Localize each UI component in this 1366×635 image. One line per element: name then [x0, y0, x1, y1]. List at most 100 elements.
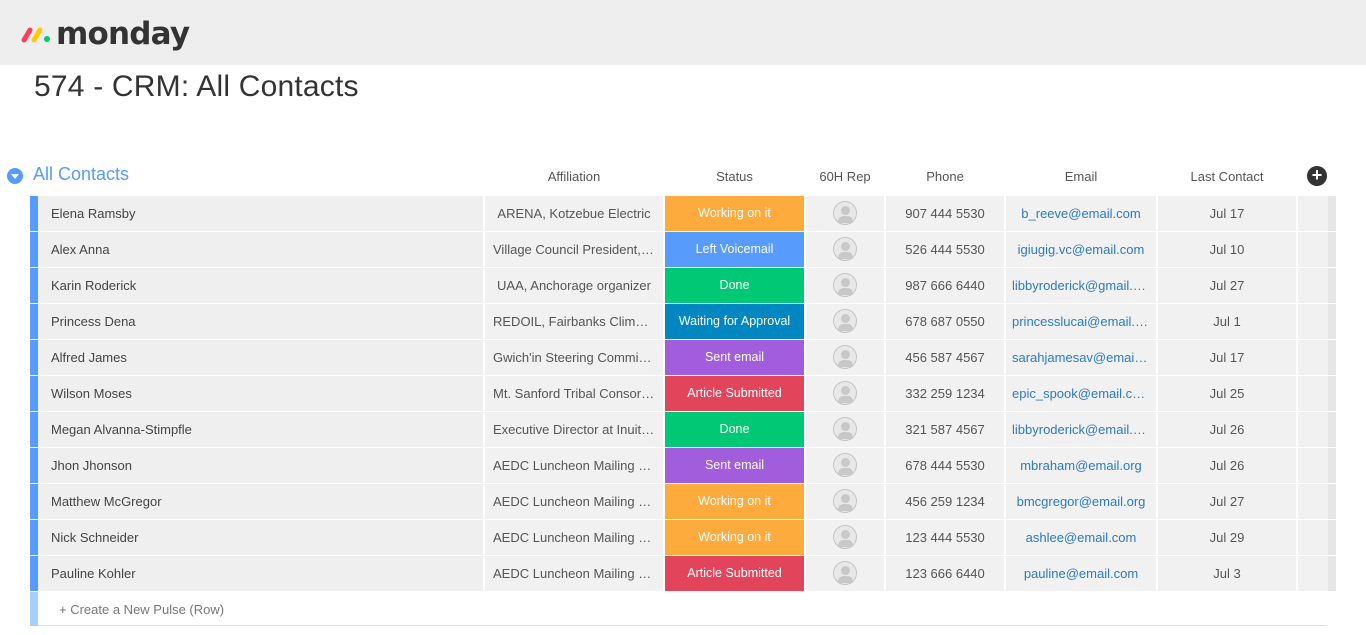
column-header-email[interactable]: Email	[1006, 169, 1156, 184]
affiliation-cell[interactable]: REDOIL, Fairbanks Climate ...	[485, 304, 663, 339]
person-avatar-icon[interactable]	[833, 345, 857, 369]
name-cell[interactable]: Jhon Jhonson	[38, 448, 483, 483]
column-header-affiliation[interactable]: Affiliation	[485, 169, 663, 184]
status-badge[interactable]: Done	[665, 412, 804, 447]
rep-cell[interactable]	[806, 484, 884, 519]
collapse-group-icon[interactable]	[7, 168, 23, 184]
name-cell[interactable]: Elena Ramsby	[38, 196, 483, 231]
phone-cell[interactable]: 907 444 5530	[886, 196, 1004, 231]
table-row[interactable]: Alfred James Gwich'in Steering Committ...…	[30, 340, 1336, 376]
rep-cell[interactable]	[806, 268, 884, 303]
status-badge[interactable]: Working on it	[665, 484, 804, 519]
table-row[interactable]: Nick Schneider AEDC Luncheon Mailing List…	[30, 520, 1336, 556]
name-cell[interactable]: Princess Dena	[38, 304, 483, 339]
last-contact-cell[interactable]: Jul 3	[1158, 556, 1296, 591]
status-badge[interactable]: Article Submitted	[665, 556, 804, 591]
person-avatar-icon[interactable]	[833, 561, 857, 585]
phone-cell[interactable]: 123 666 6440	[886, 556, 1004, 591]
rep-cell[interactable]	[806, 448, 884, 483]
person-avatar-icon[interactable]	[833, 309, 857, 333]
email-cell[interactable]: libbyroderick@email.c...	[1006, 412, 1156, 447]
row-color-bar[interactable]	[30, 340, 38, 375]
affiliation-cell[interactable]: AEDC Luncheon Mailing List	[485, 556, 663, 591]
last-contact-cell[interactable]: Jul 27	[1158, 268, 1296, 303]
table-row[interactable]: Princess Dena REDOIL, Fairbanks Climate .…	[30, 304, 1336, 340]
row-color-bar[interactable]	[30, 412, 38, 447]
name-cell[interactable]: Matthew McGregor	[38, 484, 483, 519]
last-contact-cell[interactable]: Jul 17	[1158, 196, 1296, 231]
person-avatar-icon[interactable]	[833, 525, 857, 549]
phone-cell[interactable]: 456 587 4567	[886, 340, 1004, 375]
phone-cell[interactable]: 456 259 1234	[886, 484, 1004, 519]
rep-cell[interactable]	[806, 196, 884, 231]
table-row[interactable]: Alex Anna Village Council President, V...…	[30, 232, 1336, 268]
affiliation-cell[interactable]: Village Council President, V...	[485, 232, 663, 267]
affiliation-cell[interactable]: AEDC Luncheon Mailing List	[485, 448, 663, 483]
status-badge[interactable]: Left Voicemail	[665, 232, 804, 267]
phone-cell[interactable]: 678 687 0550	[886, 304, 1004, 339]
last-contact-cell[interactable]: Jul 17	[1158, 340, 1296, 375]
last-contact-cell[interactable]: Jul 29	[1158, 520, 1296, 555]
last-contact-cell[interactable]: Jul 26	[1158, 412, 1296, 447]
name-cell[interactable]: Alex Anna	[38, 232, 483, 267]
last-contact-cell[interactable]: Jul 1	[1158, 304, 1296, 339]
table-row[interactable]: Elena Ramsby ARENA, Kotzebue Electric Work…	[30, 196, 1336, 232]
person-avatar-icon[interactable]	[833, 453, 857, 477]
affiliation-cell[interactable]: AEDC Luncheon Mailing List	[485, 484, 663, 519]
status-badge[interactable]: Article Submitted	[665, 376, 804, 411]
column-header-last-contact[interactable]: Last Contact	[1158, 169, 1296, 184]
email-cell[interactable]: epic_spook@email.com	[1006, 376, 1156, 411]
rep-cell[interactable]	[806, 304, 884, 339]
monday-logo[interactable]: monday	[20, 16, 190, 52]
last-contact-cell[interactable]: Jul 25	[1158, 376, 1296, 411]
name-cell[interactable]: Megan Alvanna-Stimpfle	[38, 412, 483, 447]
row-color-bar[interactable]	[30, 520, 38, 555]
last-contact-cell[interactable]: Jul 27	[1158, 484, 1296, 519]
last-contact-cell[interactable]: Jul 26	[1158, 448, 1296, 483]
phone-cell[interactable]: 987 666 6440	[886, 268, 1004, 303]
column-header-rep[interactable]: 60H Rep	[806, 169, 884, 184]
rep-cell[interactable]	[806, 340, 884, 375]
rep-cell[interactable]	[806, 556, 884, 591]
email-cell[interactable]: igiugig.vc@email.com	[1006, 232, 1156, 267]
affiliation-cell[interactable]: Executive Director at Inuit ...	[485, 412, 663, 447]
phone-cell[interactable]: 123 444 5530	[886, 520, 1004, 555]
phone-cell[interactable]: 526 444 5530	[886, 232, 1004, 267]
person-avatar-icon[interactable]	[833, 417, 857, 441]
name-cell[interactable]: Wilson Moses	[38, 376, 483, 411]
last-contact-cell[interactable]: Jul 10	[1158, 232, 1296, 267]
status-badge[interactable]: Working on it	[665, 196, 804, 231]
row-color-bar[interactable]	[30, 376, 38, 411]
email-cell[interactable]: b_reeve@email.com	[1006, 196, 1156, 231]
plus-circle-icon[interactable]: +	[1307, 166, 1327, 186]
rep-cell[interactable]	[806, 232, 884, 267]
phone-cell[interactable]: 332 259 1234	[886, 376, 1004, 411]
row-color-bar[interactable]	[30, 448, 38, 483]
column-header-phone[interactable]: Phone	[886, 169, 1004, 184]
table-row[interactable]: Matthew McGregor AEDC Luncheon Mailing Li…	[30, 484, 1336, 520]
email-cell[interactable]: princesslucai@email.c...	[1006, 304, 1156, 339]
name-cell[interactable]: Karin Roderick	[38, 268, 483, 303]
email-cell[interactable]: libbyroderick@gmail.c...	[1006, 268, 1156, 303]
person-avatar-icon[interactable]	[833, 201, 857, 225]
table-row[interactable]: Karin Roderick UAA, Anchorage organizer Do…	[30, 268, 1336, 304]
phone-cell[interactable]: 678 444 5530	[886, 448, 1004, 483]
status-badge[interactable]: Sent email	[665, 448, 804, 483]
table-row[interactable]: Wilson Moses Mt. Sanford Tribal Consorti.…	[30, 376, 1336, 412]
status-badge[interactable]: Sent email	[665, 340, 804, 375]
affiliation-cell[interactable]: ARENA, Kotzebue Electric	[485, 196, 663, 231]
rep-cell[interactable]	[806, 412, 884, 447]
email-cell[interactable]: pauline@email.com	[1006, 556, 1156, 591]
affiliation-cell[interactable]: Gwich'in Steering Committ...	[485, 340, 663, 375]
affiliation-cell[interactable]: AEDC Luncheon Mailing List	[485, 520, 663, 555]
person-avatar-icon[interactable]	[833, 237, 857, 261]
affiliation-cell[interactable]: UAA, Anchorage organizer	[485, 268, 663, 303]
column-header-status[interactable]: Status	[665, 169, 804, 184]
status-badge[interactable]: Working on it	[665, 520, 804, 555]
rep-cell[interactable]	[806, 520, 884, 555]
email-cell[interactable]: bmcgregor@email.org	[1006, 484, 1156, 519]
create-new-pulse-row[interactable]: + Create a New Pulse (Row)	[30, 592, 1327, 626]
row-color-bar[interactable]	[30, 232, 38, 267]
status-badge[interactable]: Done	[665, 268, 804, 303]
email-cell[interactable]: sarahjamesav@email....	[1006, 340, 1156, 375]
